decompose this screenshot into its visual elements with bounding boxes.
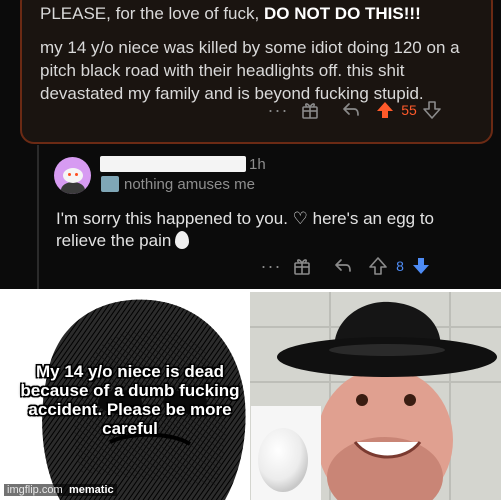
avatar[interactable] [54,157,91,194]
parent-comment-actions: ··· 55 [265,98,443,122]
avatar-eye [68,173,71,176]
more-options-button[interactable]: ··· [258,256,284,277]
downvote-button[interactable] [410,256,432,276]
upvote-arrow-icon [369,257,387,275]
avatar-eye [75,173,78,176]
downvote-arrow-icon [423,101,441,119]
reply-comment-body: I'm sorry this happened to you. ♡ here's… [56,208,486,252]
reddit-comment-thread: PLEASE, for the love of fuck, DO NOT DO … [0,0,501,289]
meme-caption: My 14 y/o niece is dead because of a dum… [20,362,240,438]
award-icon [294,259,310,275]
egg-emoji-icon [175,231,190,249]
parent-comment-heading-emphasis: DO NOT DO THIS!!! [263,4,421,23]
flair-icon [101,176,119,192]
egg-photo [251,406,321,500]
username-redacted[interactable] [100,156,246,172]
reply-icon [335,259,351,272]
timestamp: 1h [249,156,266,173]
reply-button[interactable] [329,101,373,119]
more-options-button[interactable]: ··· [265,100,291,121]
reply-comment-text: I'm sorry this happened to you. ♡ here's… [56,209,435,250]
downvote-button[interactable] [421,100,443,120]
upvote-button[interactable] [373,100,397,120]
parent-comment-body: my 14 y/o niece was killed by some idiot… [40,38,460,103]
upvote-button[interactable] [366,256,390,276]
avatar-body [61,182,85,194]
vote-score: 55 [401,102,417,118]
parent-comment-heading-text: PLEASE, for the love of fuck, [40,4,260,23]
downvote-arrow-icon [413,258,429,274]
award-icon [302,103,318,119]
vote-score: 8 [396,258,404,274]
reply-button[interactable] [320,257,366,275]
award-button[interactable] [291,100,329,120]
thread-line[interactable] [37,145,39,289]
parent-comment-heading: PLEASE, for the love of fuck, DO NOT DO … [40,4,421,24]
user-flair: nothing amuses me [124,176,255,193]
parent-comment: PLEASE, for the love of fuck, DO NOT DO … [20,0,493,144]
imgflip-watermark: imgflip.com [4,484,66,496]
reply-icon [343,103,359,116]
egg-drawing [258,428,308,492]
upvote-arrow-icon [377,102,393,118]
mematic-watermark: mematic [66,484,117,496]
reply-comment-actions: ··· 8 [258,254,432,278]
award-button[interactable] [284,256,320,276]
avatar-head [63,168,83,183]
